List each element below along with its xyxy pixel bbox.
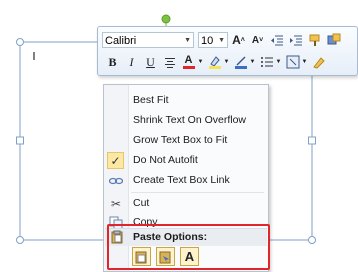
- grow-font-icon[interactable]: A ˄: [230, 32, 247, 49]
- checkmark-icon: ✓: [107, 152, 124, 169]
- resize-handle-bottom-left: [16, 236, 24, 244]
- highlight-icon[interactable]: [206, 54, 223, 71]
- font-color-button[interactable]: A: [180, 54, 197, 71]
- format-painter-icon[interactable]: [306, 32, 323, 49]
- font-color-swatch: [182, 66, 195, 69]
- chevron-down-icon[interactable]: ▼: [249, 54, 256, 71]
- menu-item-best-fit[interactable]: Best Fit: [104, 91, 268, 111]
- shrink-font-icon[interactable]: A ˅: [249, 32, 266, 49]
- chevron-down-icon[interactable]: ▼: [275, 54, 282, 71]
- mini-toolbar-row-2: B I U A ▼ ▼ ▼ ▼ ▼: [102, 52, 327, 72]
- underline-button[interactable]: U: [142, 54, 159, 71]
- chevron-down-icon[interactable]: ▼: [301, 54, 308, 71]
- menu-item-label: Cut: [133, 197, 150, 209]
- chevron-down-icon[interactable]: ▼: [197, 54, 204, 71]
- menu-item-cut[interactable]: ✂ Cut: [104, 194, 268, 214]
- shape-fill-icon[interactable]: [325, 32, 342, 49]
- font-size-value: 10: [201, 35, 214, 47]
- rotation-handle: [161, 14, 171, 24]
- bullets-icon[interactable]: [258, 54, 275, 71]
- chevron-down-icon[interactable]: ▼: [223, 54, 230, 71]
- menu-item-label: Create Text Box Link: [133, 174, 230, 186]
- menu-item-label: Best Fit: [133, 94, 169, 106]
- font-size-combo[interactable]: 10 ▼: [198, 32, 228, 48]
- menu-item-create-text-box-link[interactable]: Create Text Box Link: [104, 171, 268, 191]
- italic-button[interactable]: I: [123, 54, 140, 71]
- mini-toolbar-row-1: Calibri ▼ 10 ▼ A ˄ A ˅: [102, 30, 342, 50]
- link-icon: [108, 173, 124, 189]
- font-color-icon: A: [184, 54, 193, 66]
- menu-item-do-not-autofit[interactable]: ✓ Do Not Autofit: [104, 151, 268, 171]
- font-name-value: Calibri: [105, 35, 137, 47]
- resize-handle-right: [308, 136, 316, 145]
- resize-handle-left: [16, 136, 24, 145]
- scissors-icon: ✂: [110, 197, 122, 211]
- menu-item-shrink-text-on-overflow[interactable]: Shrink Text On Overflow: [104, 111, 268, 131]
- resize-handle-top-left: [16, 38, 24, 46]
- menu-item-label: Do Not Autofit: [133, 154, 198, 166]
- paste-options-highlight: [107, 224, 270, 270]
- line-color-icon[interactable]: [232, 54, 249, 71]
- mini-toolbar: Calibri ▼ 10 ▼ A ˄ A ˅ B I U A ▼ ▼ ▼ ▼ ▼: [97, 26, 358, 76]
- font-name-combo[interactable]: Calibri ▼: [102, 32, 194, 48]
- chevron-down-icon: ▼: [184, 37, 191, 44]
- bold-button[interactable]: B: [104, 54, 121, 71]
- chevron-down-icon: ▼: [218, 37, 225, 44]
- menu-separator: [131, 192, 264, 193]
- document-canvas: Calibri ▼ 10 ▼ A ˄ A ˅ B I U A ▼ ▼ ▼ ▼ ▼…: [0, 0, 358, 272]
- menu-item-grow-text-box-to-fit[interactable]: Grow Text Box to Fit: [104, 131, 268, 151]
- menu-item-label: Shrink Text On Overflow: [133, 114, 247, 126]
- text-box-format-icon[interactable]: [284, 54, 301, 71]
- menu-item-label: Grow Text Box to Fit: [133, 134, 228, 146]
- decrease-indent-icon[interactable]: [268, 32, 285, 49]
- increase-indent-icon[interactable]: [287, 32, 304, 49]
- center-align-icon[interactable]: [161, 54, 178, 71]
- quick-styles-icon[interactable]: [310, 54, 327, 71]
- resize-handle-bottom-right: [308, 236, 316, 244]
